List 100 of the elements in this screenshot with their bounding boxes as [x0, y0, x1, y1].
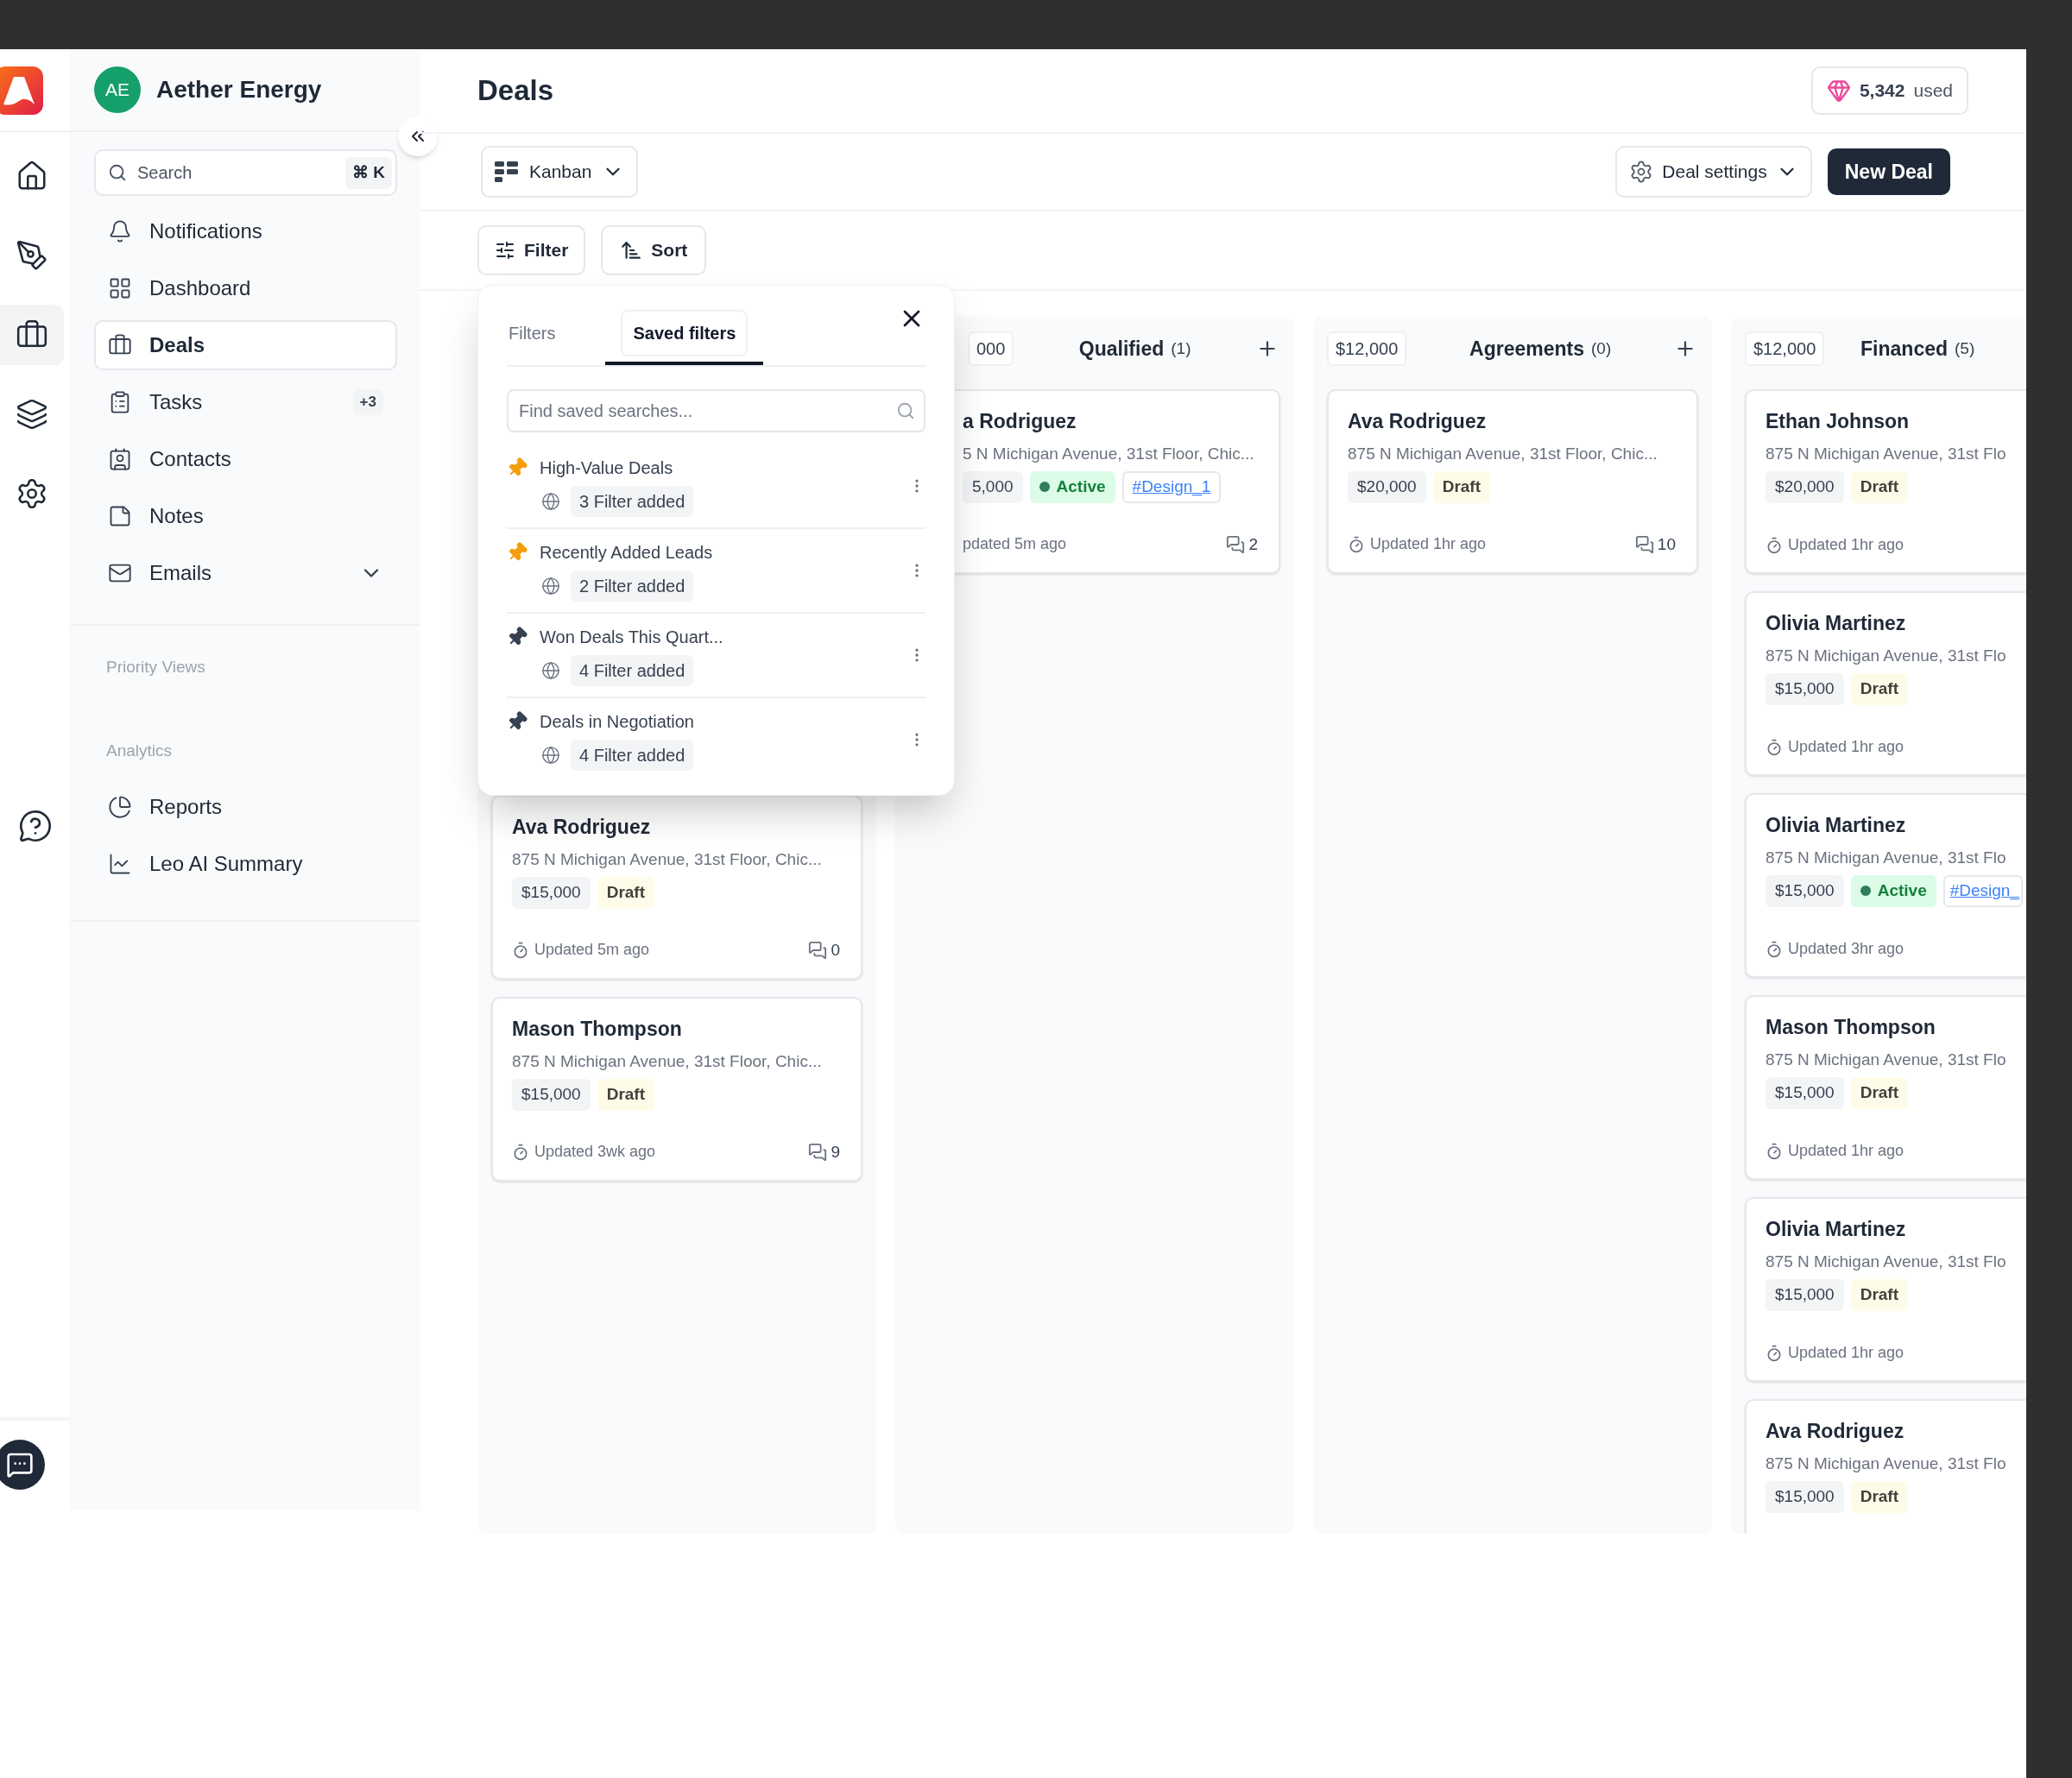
column-title: Financed: [1860, 336, 1948, 362]
app-logo-icon[interactable]: [0, 66, 43, 115]
status-badge: Draft: [1850, 1481, 1909, 1513]
globe-icon: [541, 661, 560, 680]
credits-badge: 5,342 used: [1810, 66, 1968, 115]
timer-icon: [1766, 1344, 1783, 1362]
status-badge: Draft: [1850, 673, 1909, 705]
collapse-button[interactable]: [398, 117, 438, 156]
saved-filter-item[interactable]: Won Deals This Quart... 4 Filter added: [507, 614, 925, 698]
amount-chip: $20,000: [1348, 471, 1426, 503]
pie-chart-icon: [108, 795, 132, 819]
updated-time: Updated 1hr ago: [1766, 735, 1905, 759]
timer-icon: [1348, 535, 1365, 553]
page-title: Deals: [477, 73, 554, 109]
amount-chip: $15,000: [1766, 875, 1844, 907]
view-dropdown[interactable]: Kanban: [481, 146, 639, 198]
filter-count-chip: 2 Filter added: [571, 571, 694, 602]
grid-icon: [108, 276, 132, 300]
nav-item[interactable]: Dashboard: [94, 263, 397, 313]
chat-button[interactable]: [0, 1440, 45, 1490]
address-text: 875 N Michigan Avenue, 31st Flo: [1766, 1049, 2007, 1070]
deal-card[interactable]: Mason Thompson 875 N Michigan Avenue, 31st Floor, Chic... $15,000 Draft Updated 3wk ago 9: [491, 997, 862, 1182]
filter-button[interactable]: Filter: [477, 225, 586, 275]
column-count: (1): [1171, 337, 1191, 359]
nav-item[interactable]: Notifications: [94, 206, 397, 256]
sort-icon: [620, 239, 643, 262]
saved-filter-item[interactable]: High-Value Deals 3 Filter added: [507, 444, 925, 529]
kanban-icon: [495, 161, 519, 182]
deal-card[interactable]: Ethan Johnson 875 N Michigan Avenue, 31st Flo $20,000 Draft Updated 1hr ago: [1745, 389, 2026, 574]
amount-chip: $15,000: [1766, 1481, 1844, 1513]
contact-name: Olivia Martinez: [1766, 813, 1907, 838]
sort-button[interactable]: Sort: [601, 225, 707, 275]
saved-filter-name: Recently Added Leads: [540, 542, 713, 564]
section-heading: Priority Views: [106, 657, 206, 678]
contact-name: Olivia Martinez: [1766, 611, 1907, 636]
comment-count: 9: [808, 1139, 840, 1164]
timer-icon: [1766, 536, 1783, 554]
address-text: 875 N Michigan Avenue, 31st Flo: [1766, 443, 2007, 464]
nav-item[interactable]: Reports: [94, 782, 397, 832]
layers-icon: [16, 398, 48, 431]
deal-card[interactable]: Olivia Martinez 875 N Michigan Avenue, 31st Flo $15,000 Draft Updated 1hr ago: [1745, 591, 2026, 776]
address-text: 875 N Michigan Avenue, 31st Flo: [1766, 1453, 2007, 1474]
saved-filter-name: Deals in Negotiation: [540, 711, 694, 733]
new-deal-button[interactable]: New Deal: [1827, 148, 1950, 195]
timer-icon: [1766, 738, 1783, 756]
deal-card[interactable]: Olivia Martinez 875 N Michigan Avenue, 31st Flo $15,000 Draft Updated 1hr ago: [1745, 1197, 2026, 1382]
deal-card[interactable]: Ava Rodriguez 875 N Michigan Avenue, 31st Floor, Chic... $20,000 Draft Updated 1hr ago 10: [1327, 389, 1698, 574]
status-badge: Active: [1029, 471, 1115, 503]
saved-filter-item[interactable]: Deals in Negotiation 4 Filter added: [507, 698, 925, 781]
address-text: 875 N Michigan Avenue, 31st Floor, Chic...: [512, 1050, 823, 1072]
timer-icon: [512, 1143, 529, 1161]
updated-time: Updated 3wk ago: [512, 1140, 656, 1164]
deal-card[interactable]: Ava Rodriguez 875 N Michigan Avenue, 31st Flo $15,000 Draft: [1745, 1399, 2026, 1534]
sliders-icon: [495, 240, 515, 261]
nav-item[interactable]: Notes: [94, 491, 397, 541]
column-title: Agreements: [1469, 336, 1584, 362]
popover-tab[interactable]: Filters: [507, 310, 606, 365]
filter-count-chip: 3 Filter added: [571, 486, 694, 517]
timer-icon: [1766, 1142, 1783, 1160]
settings-dropdown[interactable]: Deal settings: [1615, 146, 1812, 198]
address-text: 5 N Michigan Avenue, 31st Floor, Chic...: [963, 443, 1255, 464]
search-icon: [896, 401, 915, 420]
updated-time: Updated 3hr ago: [1766, 937, 1905, 961]
updated-time: pdated 5m ago: [963, 534, 1067, 555]
updated-time: Updated 1hr ago: [1766, 533, 1905, 557]
nav-item[interactable]: Emails: [94, 548, 397, 598]
nav-item[interactable]: Deals: [94, 320, 397, 370]
line-chart-icon: [108, 852, 132, 876]
note-icon: [108, 504, 132, 528]
tag-link[interactable]: #Design_1: [1121, 471, 1222, 503]
address-text: 875 N Michigan Avenue, 31st Floor, Chic...: [1348, 443, 1658, 464]
help-icon[interactable]: [17, 809, 53, 843]
deal-card[interactable]: Mason Thompson 875 N Michigan Avenue, 31st Flo $15,000 Draft Updated 1hr ago: [1745, 995, 2026, 1180]
nav-item[interactable]: Contacts: [94, 434, 397, 484]
deal-card[interactable]: Olivia Martinez 875 N Michigan Avenue, 31st Flo $15,000 Active #Design_ Updated 3hr ago: [1745, 793, 2026, 978]
saved-filter-name: High-Value Deals: [540, 457, 673, 479]
contact-name: Mason Thompson: [1766, 1015, 1936, 1040]
updated-time: Updated 5m ago: [512, 938, 650, 962]
chat-icon: [6, 1451, 34, 1479]
comment-count: 2: [1226, 532, 1258, 557]
address-text: 875 N Michigan Avenue, 31st Flo: [1766, 1251, 2007, 1272]
contact-name: Ava Rodriguez: [512, 815, 652, 840]
tag-link[interactable]: #Design_: [1942, 875, 2023, 907]
updated-time: Updated 1hr ago: [1766, 1139, 1905, 1163]
amount-chip: 5,000: [963, 471, 1023, 503]
rail-button[interactable]: [0, 305, 64, 365]
saved-filter-item[interactable]: Recently Added Leads 2 Filter added: [507, 529, 925, 614]
globe-icon: [541, 577, 560, 596]
workspace-name[interactable]: Aether Energy: [156, 72, 322, 108]
comments-icon: [808, 1142, 828, 1162]
nav-item[interactable]: Leo AI Summary: [94, 839, 397, 889]
status-badge: Active: [1850, 875, 1936, 907]
deal-card[interactable]: Ava Rodriguez 875 N Michigan Avenue, 31st Floor, Chic... $15,000 Draft Updated 5m ago 0: [491, 795, 862, 980]
comment-count: 10: [1634, 532, 1676, 557]
nav-item[interactable]: Tasks +3: [94, 377, 397, 427]
saved-search-field[interactable]: Find saved searches...: [507, 389, 925, 432]
count-badge: +3: [352, 389, 383, 415]
contact-name: Ava Rodriguez: [1348, 409, 1488, 434]
amount-chip: $15,000: [1766, 1077, 1844, 1109]
status-badge: Draft: [1850, 1279, 1909, 1311]
